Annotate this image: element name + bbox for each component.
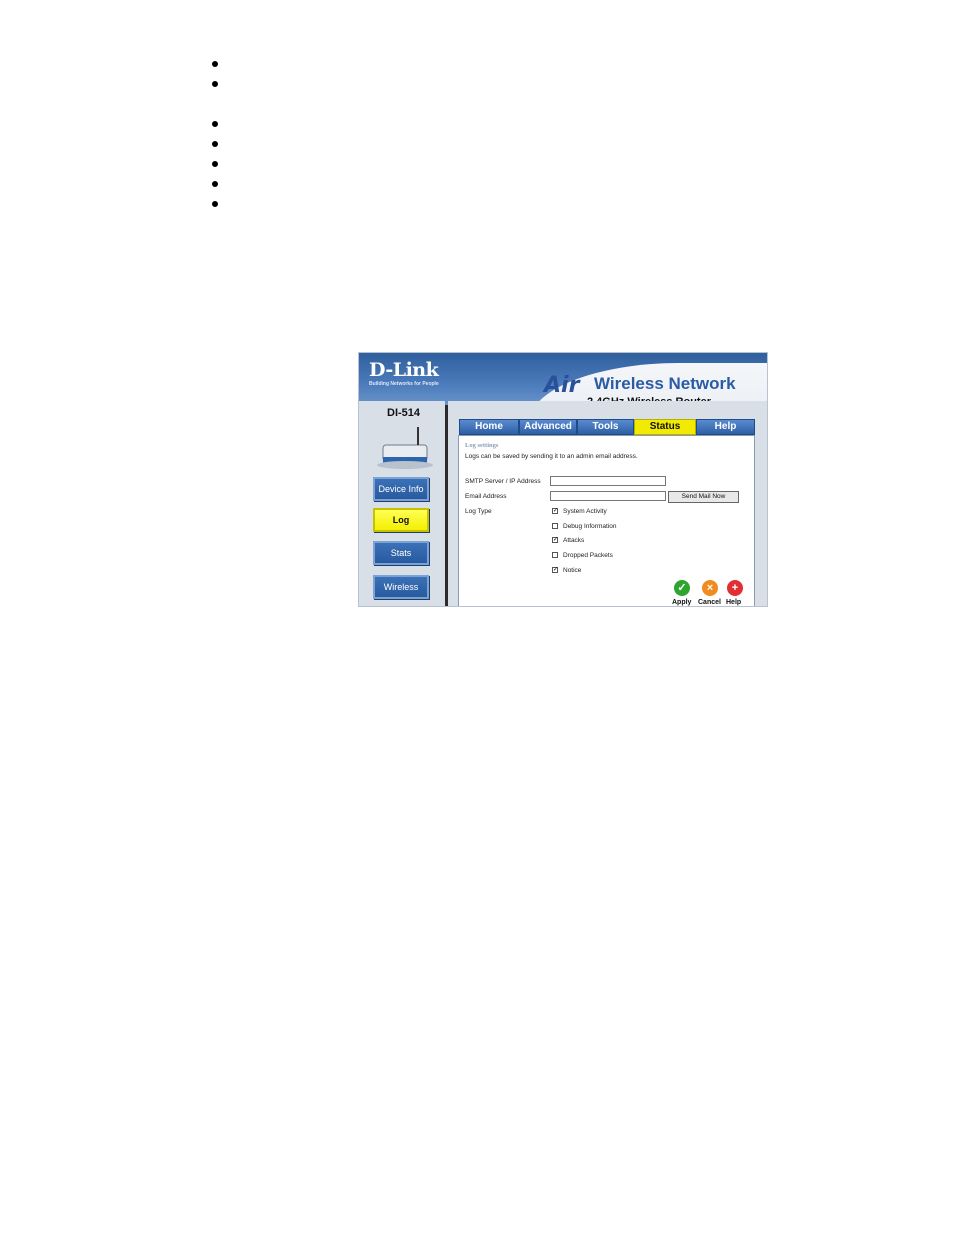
stats-button[interactable]: Stats [373,541,429,565]
dropped-packets-label: Dropped Packets [563,552,613,559]
help-label[interactable]: Help [726,599,741,606]
bullet-point [212,81,218,87]
bullet-point [212,121,218,127]
bullet-point [212,61,218,67]
bullet-point [212,181,218,187]
system-activity-checkbox[interactable]: ✓ [552,508,558,514]
tab-status[interactable]: Status [634,419,696,435]
section-description: Logs can be saved by sending it to an ad… [465,453,638,460]
brand-tagline: Building Networks for People [369,381,439,387]
send-mail-now-button[interactable]: Send Mail Now [668,491,739,503]
log-settings-panel: Log settings Logs can be saved by sendin… [458,435,755,606]
email-label: Email Address [465,493,507,500]
notice-checkbox[interactable]: ✓ [552,567,558,573]
apply-label[interactable]: Apply [672,599,691,606]
bullet-point [212,201,218,207]
debug-information-checkbox[interactable] [552,523,558,529]
smtp-label: SMTP Server / IP Address [465,478,541,485]
bullet-list [212,0,512,220]
log-type-label: Log Type [465,508,492,515]
device-info-button[interactable]: Device Info [373,477,429,501]
smtp-server-input[interactable] [550,476,666,486]
router-icon [377,427,433,469]
air-logo: Air [544,373,580,398]
bullet-point [212,161,218,167]
dlink-logo: D-Link [369,359,439,381]
product-name: Wireless Network [594,374,736,393]
email-address-input[interactable] [550,491,666,501]
system-activity-label: System Activity [563,508,607,515]
bullet-point [212,141,218,147]
wireless-button[interactable]: Wireless [373,575,429,599]
section-title: Log settings [465,442,499,449]
cancel-icon[interactable]: × [702,580,718,596]
tab-help[interactable]: Help [696,419,755,435]
notice-label: Notice [563,567,582,574]
model-number: DI-514 [387,407,421,419]
sidebar: DI-514 Device Info Log Stats Wireless [359,401,445,606]
dropped-packets-checkbox[interactable] [552,552,558,558]
log-button[interactable]: Log [373,508,429,532]
apply-icon[interactable]: ✓ [674,580,690,596]
attacks-checkbox[interactable]: ✓ [552,537,558,543]
tab-advanced[interactable]: Advanced [519,419,577,435]
help-icon[interactable]: + [727,580,743,596]
router-screenshot: D-Link Building Networks for People Air … [358,352,768,607]
header-banner: D-Link Building Networks for People Air … [359,353,767,483]
cancel-label[interactable]: Cancel [698,599,721,606]
debug-information-label: Debug Information [563,523,617,530]
main-tabs: Home Advanced Tools Status Help [459,419,755,435]
tab-home[interactable]: Home [459,419,519,435]
attacks-label: Attacks [563,537,585,544]
tab-tools[interactable]: Tools [577,419,634,435]
